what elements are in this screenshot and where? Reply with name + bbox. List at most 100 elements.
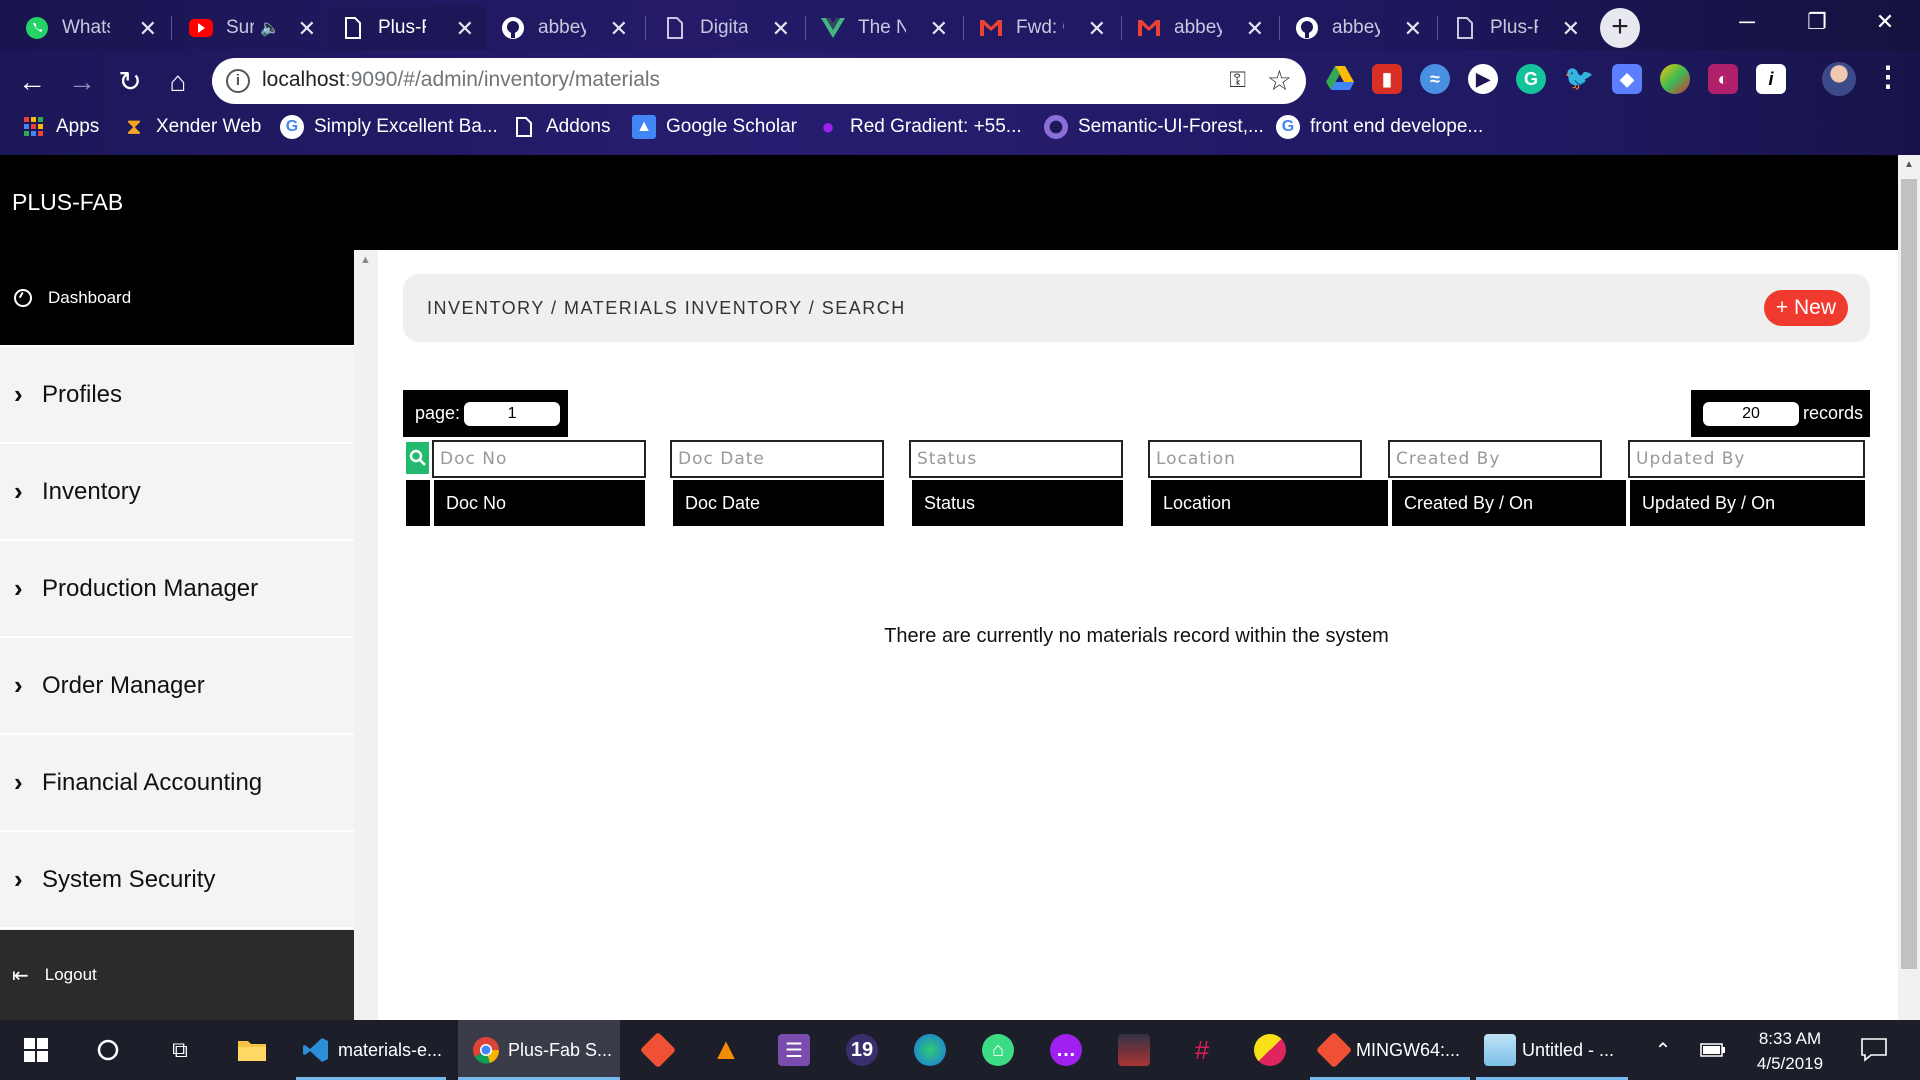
sync-ext-icon[interactable]: ≈	[1420, 64, 1450, 94]
browser-tab[interactable]: Plus-Fab ✕	[1442, 6, 1592, 50]
column-header-location[interactable]: Location	[1151, 480, 1388, 526]
close-icon[interactable]: ✕	[139, 16, 157, 42]
google-drive-icon[interactable]	[1325, 64, 1355, 94]
close-icon[interactable]: ✕	[298, 16, 316, 42]
bookmark-front-end-developer[interactable]: G front end develope...	[1276, 112, 1483, 142]
bookmark-apps[interactable]: Apps	[22, 112, 99, 142]
column-header-doc-date[interactable]: Doc Date	[673, 480, 884, 526]
tag-ext-icon[interactable]: ◆	[1612, 64, 1642, 94]
sidebar-item-dashboard[interactable]: Dashboard	[0, 250, 354, 347]
bookmark-xender[interactable]: ⧗ Xender Web	[122, 112, 261, 142]
filter-location-input[interactable]: Location	[1148, 440, 1362, 478]
column-header-doc-no[interactable]: Doc No	[434, 480, 645, 526]
new-tab-button[interactable]: +	[1600, 8, 1640, 48]
bookmark-google-scholar[interactable]: ▲ Google Scholar	[632, 112, 797, 142]
scrollbar-thumb[interactable]	[1901, 179, 1917, 969]
colorful-ext-icon[interactable]	[1660, 64, 1690, 94]
logout-button[interactable]: ⇤ Logout	[0, 930, 354, 1020]
browser-tab[interactable]: abbeyd ✕	[1126, 6, 1276, 50]
browser-tab-active[interactable]: Plus-Fab ✕	[330, 6, 486, 50]
sidebar-item-production-manager[interactable]: › Production Manager	[0, 541, 354, 638]
taskbar-app-19[interactable]: 19	[842, 1020, 882, 1080]
vlc-icon[interactable]: ▲	[706, 1020, 746, 1080]
battery-icon[interactable]	[1698, 1020, 1728, 1080]
close-window-icon[interactable]: ✕	[1850, 0, 1920, 44]
page-input[interactable]: 1	[464, 401, 561, 426]
close-icon[interactable]: ✕	[772, 16, 790, 42]
close-icon[interactable]: ✕	[610, 16, 628, 42]
key-icon[interactable]: ⚿	[1229, 67, 1246, 93]
home-icon[interactable]: ⌂	[158, 62, 198, 102]
browser-tab[interactable]: WhatsApp ✕	[14, 6, 169, 50]
taskbar-app-pes[interactable]	[1114, 1020, 1154, 1080]
column-header-created-by[interactable]: Created By / On	[1392, 480, 1626, 526]
windows-start-icon[interactable]	[18, 1020, 54, 1080]
taskbar-app-android-studio[interactable]: ⌂	[978, 1020, 1018, 1080]
taskbar-app-notepad[interactable]: Untitled - ...	[1476, 1020, 1628, 1080]
cortana-icon[interactable]	[90, 1020, 126, 1080]
browser-tab[interactable]: abbeyd ✕	[1284, 6, 1434, 50]
taskbar-app-git-gui[interactable]	[638, 1020, 678, 1080]
sidebar-item-order-manager[interactable]: › Order Manager	[0, 638, 354, 735]
bookmark-semantic-ui-forest[interactable]: Semantic-UI-Forest,...	[1044, 112, 1264, 142]
taskbar-app-slack[interactable]: #	[1182, 1020, 1222, 1080]
kebab-menu-icon[interactable]: ⋮	[1874, 60, 1902, 93]
column-header-updated-by[interactable]: Updated By / On	[1630, 480, 1865, 526]
tray-chevron-up-icon[interactable]: ⌃	[1648, 1020, 1678, 1080]
browser-tab[interactable]: Fwd: Ou ✕	[968, 6, 1118, 50]
taskbar-app-chrome[interactable]: Plus-Fab S...	[458, 1020, 620, 1080]
notification-center-icon[interactable]	[1856, 1020, 1892, 1080]
new-button[interactable]: + New	[1763, 290, 1848, 326]
bookmark-simply-excellent[interactable]: G Simply Excellent Ba...	[280, 112, 498, 142]
page-scrollbar[interactable]: ▲	[1898, 155, 1920, 1020]
bookmark-ext-icon[interactable]: ▮	[1372, 64, 1402, 94]
bookmark-addons[interactable]: Addons	[512, 112, 610, 142]
scroll-up-icon[interactable]: ▲	[1904, 159, 1914, 170]
pink-ext-icon[interactable]: ◐	[1708, 64, 1738, 94]
twitter-icon[interactable]: 🐦	[1564, 64, 1594, 94]
avatar[interactable]	[1822, 62, 1856, 96]
taskbar-app-mingw64[interactable]: MINGW64:...	[1310, 1020, 1470, 1080]
back-icon[interactable]: ←	[12, 62, 52, 102]
close-icon[interactable]: ✕	[456, 16, 474, 42]
info-icon[interactable]: i	[226, 69, 250, 93]
browser-tab[interactable]: Surfing 🔈 ✕	[178, 6, 328, 50]
bookmark-star-icon[interactable]: ☆	[1267, 64, 1292, 97]
task-view-icon[interactable]: ⧉	[162, 1020, 198, 1080]
info-ext-icon[interactable]: i	[1756, 64, 1786, 94]
filter-created-by-input[interactable]: Created By	[1388, 440, 1602, 478]
close-icon[interactable]: ✕	[1404, 16, 1422, 42]
browser-tab[interactable]: abbeyd ✕	[490, 6, 640, 50]
reload-icon[interactable]: ↻	[110, 62, 150, 102]
close-icon[interactable]: ✕	[930, 16, 948, 42]
search-button[interactable]	[406, 442, 429, 474]
minimize-icon[interactable]: ─	[1712, 0, 1782, 44]
filter-doc-date-input[interactable]: Doc Date	[670, 440, 884, 478]
restore-icon[interactable]: ❐	[1782, 0, 1852, 44]
filter-status-input[interactable]: Status	[909, 440, 1123, 478]
records-input[interactable]: 20	[1703, 401, 1799, 426]
forward-icon[interactable]: →	[62, 62, 102, 102]
sidebar-item-inventory[interactable]: › Inventory	[0, 444, 354, 541]
column-header-status[interactable]: Status	[912, 480, 1123, 526]
close-icon[interactable]: ✕	[1562, 16, 1580, 42]
taskbar-app-globe[interactable]	[910, 1020, 950, 1080]
main-scrollbar[interactable]: ▲	[354, 250, 378, 1020]
browser-tab[interactable]: The Net ✕	[810, 6, 960, 50]
filter-doc-no-input[interactable]: Doc No	[432, 440, 646, 478]
browser-tab[interactable]: Digital ✕	[652, 6, 802, 50]
system-clock[interactable]: 8:33 AM 4/5/2019	[1745, 1026, 1835, 1076]
filter-updated-by-input[interactable]: Updated By	[1628, 440, 1865, 478]
sidebar-item-financial-accounting[interactable]: › Financial Accounting	[0, 735, 354, 832]
taskbar-app-messenger[interactable]: …	[1046, 1020, 1086, 1080]
taskbar-app-winrar[interactable]: ☰	[774, 1020, 814, 1080]
play-ext-icon[interactable]: ▶	[1468, 64, 1498, 94]
taskbar-app-candy[interactable]	[1250, 1020, 1290, 1080]
taskbar-app-vscode[interactable]: materials-e...	[296, 1020, 446, 1080]
scroll-up-icon[interactable]: ▲	[360, 254, 371, 266]
sidebar-item-system-security[interactable]: › System Security	[0, 832, 354, 929]
close-icon[interactable]: ✕	[1246, 16, 1264, 42]
speaker-icon[interactable]: 🔈	[260, 18, 280, 38]
close-icon[interactable]: ✕	[1088, 16, 1106, 42]
bookmark-red-gradient[interactable]: ● Red Gradient: +55...	[816, 112, 1021, 142]
